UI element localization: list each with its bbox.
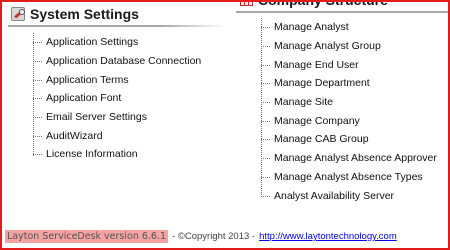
system-settings-title: System Settings xyxy=(30,6,139,22)
website-link[interactable]: http://www.laytontechnology.com xyxy=(259,231,397,242)
company-structure-heading: Company Structure xyxy=(240,0,388,8)
link-manage-end-user[interactable]: Manage End User xyxy=(274,59,359,71)
tree-item-manage-department[interactable]: Manage Department xyxy=(261,74,437,93)
link-auditwizard[interactable]: AuditWizard xyxy=(46,130,103,142)
org-grid-icon xyxy=(240,0,253,6)
copyright-text: - ©Copyright 2013 - xyxy=(172,231,256,242)
link-application-settings[interactable]: Application Settings xyxy=(46,36,138,48)
link-manage-analyst-absence-approver[interactable]: Manage Analyst Absence Approver xyxy=(274,152,437,164)
tree-item-application-font[interactable]: Application Font xyxy=(33,89,201,108)
tree-item-manage-site[interactable]: Manage Site xyxy=(261,93,437,112)
tree-item-analyst-availability-server[interactable]: Analyst Availability Server xyxy=(261,186,437,205)
tree-item-application-database-connection[interactable]: Application Database Connection xyxy=(33,52,201,71)
link-application-database-connection[interactable]: Application Database Connection xyxy=(46,55,201,67)
system-settings-divider xyxy=(8,25,226,27)
tree-item-email-server-settings[interactable]: Email Server Settings xyxy=(33,108,201,127)
footer: Layton ServiceDesk version 6.6.1 - ©Copy… xyxy=(5,230,397,243)
link-email-server-settings[interactable]: Email Server Settings xyxy=(46,111,147,123)
link-analyst-availability-server[interactable]: Analyst Availability Server xyxy=(274,190,394,202)
system-settings-heading: System Settings xyxy=(11,6,139,22)
company-structure-tree: Manage Analyst Manage Analyst Group Mana… xyxy=(261,18,437,205)
tree-item-license-information[interactable]: License Information xyxy=(33,145,201,164)
tree-item-application-settings[interactable]: Application Settings xyxy=(33,33,201,52)
company-structure-title: Company Structure xyxy=(258,0,388,8)
tree-item-manage-analyst-absence-types[interactable]: Manage Analyst Absence Types xyxy=(261,168,437,187)
tree-item-manage-analyst-group[interactable]: Manage Analyst Group xyxy=(261,37,437,56)
tree-item-manage-company[interactable]: Manage Company xyxy=(261,111,437,130)
link-manage-company[interactable]: Manage Company xyxy=(274,115,360,127)
link-application-font[interactable]: Application Font xyxy=(46,92,121,104)
tree-item-application-terms[interactable]: Application Terms xyxy=(33,70,201,89)
version-label: Layton ServiceDesk version 6.6.1 xyxy=(5,230,169,243)
system-settings-tree: Application Settings Application Databas… xyxy=(33,33,201,164)
settings-wrench-icon xyxy=(11,7,25,21)
link-manage-analyst-group[interactable]: Manage Analyst Group xyxy=(274,40,381,52)
tree-item-manage-end-user[interactable]: Manage End User xyxy=(261,55,437,74)
link-manage-site[interactable]: Manage Site xyxy=(274,96,333,108)
company-structure-divider xyxy=(236,11,450,13)
link-manage-analyst[interactable]: Manage Analyst xyxy=(274,21,349,33)
link-license-information[interactable]: License Information xyxy=(46,148,138,160)
tree-item-manage-analyst-absence-approver[interactable]: Manage Analyst Absence Approver xyxy=(261,149,437,168)
link-manage-cab-group[interactable]: Manage CAB Group xyxy=(274,133,369,145)
link-manage-analyst-absence-types[interactable]: Manage Analyst Absence Types xyxy=(274,171,423,183)
tree-item-manage-analyst[interactable]: Manage Analyst xyxy=(261,18,437,37)
link-application-terms[interactable]: Application Terms xyxy=(46,74,129,86)
link-manage-department[interactable]: Manage Department xyxy=(274,77,370,89)
tree-item-auditwizard[interactable]: AuditWizard xyxy=(33,126,201,145)
tree-item-manage-cab-group[interactable]: Manage CAB Group xyxy=(261,130,437,149)
